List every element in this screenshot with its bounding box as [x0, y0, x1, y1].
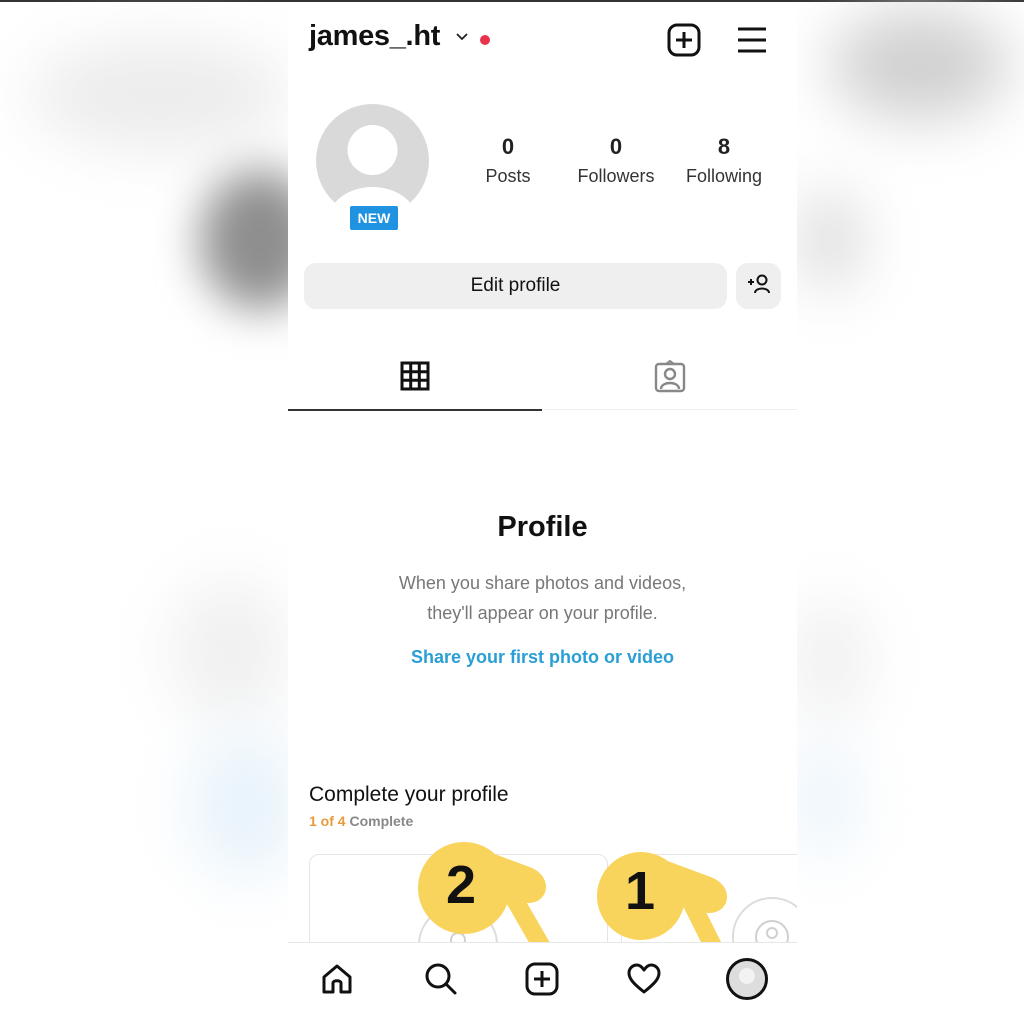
- nav-profile[interactable]: [725, 957, 769, 1001]
- stat-posts[interactable]: 0 Posts: [453, 134, 563, 187]
- active-tab-indicator: [288, 409, 542, 411]
- stat-label: Followers: [577, 166, 655, 186]
- stat-value: 0: [609, 134, 623, 159]
- complete-profile-title: Complete your profile: [309, 783, 509, 806]
- nav-search[interactable]: [419, 957, 463, 1001]
- stat-label: Posts: [485, 166, 531, 186]
- complete-profile-progress: 1 of 4 Complete: [309, 813, 413, 829]
- background-blur: [830, 10, 1010, 120]
- tab-divider: [542, 409, 797, 410]
- grid-icon: [400, 361, 430, 396]
- background-blur: [795, 600, 865, 720]
- create-post-icon[interactable]: [666, 22, 702, 58]
- discover-people-button[interactable]: [736, 263, 781, 309]
- stat-label: Following: [685, 166, 763, 186]
- top-header: james_.ht: [288, 2, 797, 82]
- tagged-person-icon: [653, 359, 687, 398]
- annotation-number: 1: [625, 861, 656, 921]
- phone-screen: james_.ht NEW 0 Posts 0 Followers 8 Foll…: [288, 2, 797, 1016]
- home-icon: [322, 964, 352, 994]
- background-blur: [30, 40, 290, 150]
- progress-count: 1 of 4: [309, 813, 346, 829]
- background-blur: [170, 580, 290, 720]
- avatar-icon: [726, 958, 768, 1000]
- tab-grid[interactable]: [288, 347, 542, 409]
- share-first-photo-link[interactable]: Share your first photo or video: [288, 647, 797, 668]
- new-badge: NEW: [348, 204, 400, 232]
- empty-state-title: Profile: [497, 511, 588, 543]
- profile-avatar[interactable]: [316, 104, 429, 217]
- empty-state-text: When you share photos and videos, they'l…: [288, 568, 797, 628]
- stat-followers[interactable]: 0 Followers: [561, 134, 671, 187]
- empty-state-line-1: When you share photos and videos,: [398, 573, 687, 593]
- chevron-down-icon[interactable]: [454, 30, 470, 48]
- nav-create[interactable]: [520, 957, 564, 1001]
- background-blur: [190, 730, 300, 880]
- nav-home[interactable]: [315, 957, 359, 1001]
- stat-value: 0: [501, 134, 515, 159]
- add-person-icon: [746, 273, 772, 300]
- heart-icon: [627, 963, 661, 994]
- background-blur: [800, 190, 860, 290]
- menu-icon[interactable]: [734, 22, 770, 58]
- bottom-navigation: [288, 942, 797, 1016]
- progress-suffix: Complete: [345, 813, 414, 829]
- share-link-text[interactable]: Share your first photo or video: [411, 647, 674, 667]
- stat-value: 8: [717, 134, 731, 159]
- stat-following[interactable]: 8 Following: [669, 134, 779, 187]
- username-switcher[interactable]: james_.ht: [309, 20, 440, 53]
- edit-profile-button[interactable]: Edit profile: [304, 263, 727, 309]
- tab-tagged[interactable]: [543, 347, 797, 409]
- background-blur: [795, 740, 855, 860]
- empty-state-line-2: they'll appear on your profile.: [427, 603, 658, 623]
- search-icon: [425, 963, 457, 995]
- annotation-number: 2: [446, 855, 477, 915]
- plus-square-icon: [525, 962, 559, 996]
- nav-activity[interactable]: [622, 957, 666, 1001]
- notification-dot: [480, 35, 490, 45]
